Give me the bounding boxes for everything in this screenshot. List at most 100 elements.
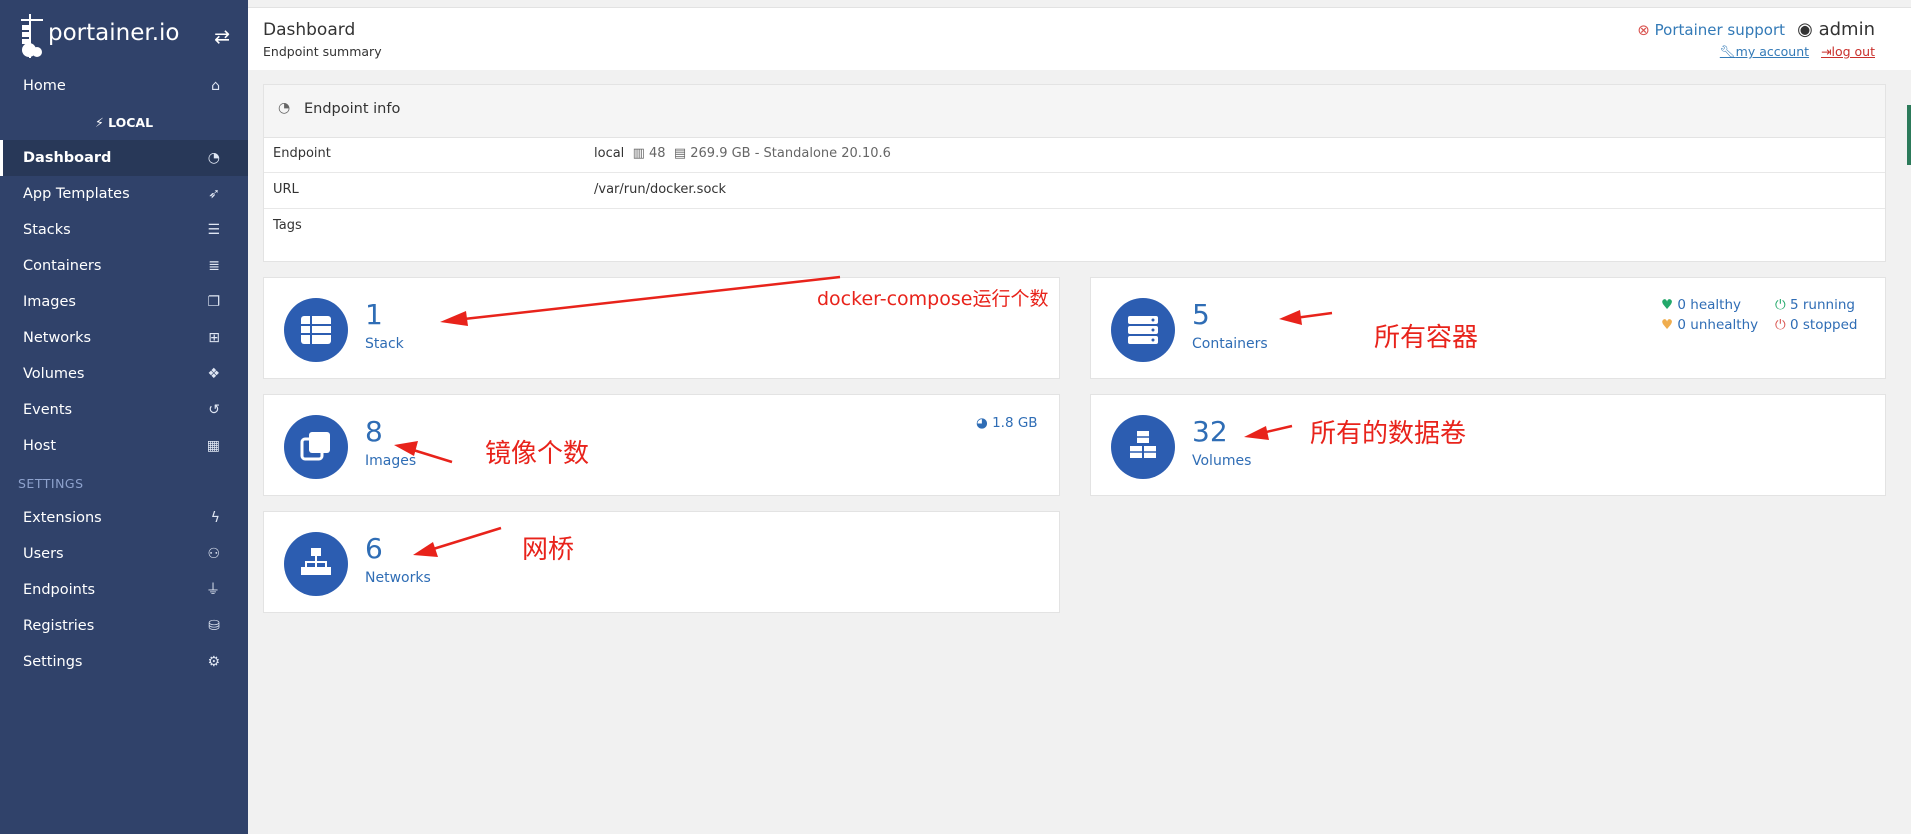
images-annotation: 镜像个数	[485, 439, 590, 469]
containers-card[interactable]: 5 Containers ♥ 0 healthy ⏻ 5 running ♥ 0…	[1090, 277, 1886, 379]
power-icon: ⏻	[1775, 297, 1786, 313]
sidebar-item-dashboard[interactable]: Dashboard ◔	[0, 140, 248, 176]
sidebar-item-label: Endpoints	[23, 582, 96, 598]
row-key: URL	[273, 182, 299, 197]
scrollbar[interactable]	[1907, 105, 1911, 165]
bolt-icon: ϟ	[210, 510, 220, 526]
healthy-count: 0 healthy	[1677, 297, 1742, 313]
list-icon: ☰	[207, 222, 220, 238]
sidebar-item-registries[interactable]: Registries ⛁	[0, 608, 248, 644]
endpoint-name: local	[594, 146, 625, 161]
sidebar-item-label: Host	[23, 438, 57, 454]
sidebar-item-events[interactable]: Events ↺	[0, 392, 248, 428]
sidebar-item-label: Stacks	[23, 222, 71, 238]
containers-label: Containers	[1192, 336, 1268, 352]
sidebar-item-containers[interactable]: Containers ≣	[0, 248, 248, 284]
sidebar-item-volumes[interactable]: Volumes ❖	[0, 356, 248, 392]
sidebar-item-label: Home	[23, 78, 66, 94]
sidebar-item-label: Volumes	[23, 366, 85, 382]
sidebar-item-stacks[interactable]: Stacks ☰	[0, 212, 248, 248]
stack-label: Stack	[365, 336, 404, 352]
users-icon: ⚇	[207, 546, 220, 562]
pie-chart-icon: ◕	[976, 415, 988, 431]
logout-link[interactable]: ⇥log out	[1821, 44, 1875, 59]
dashboard-icon: ◔	[207, 150, 220, 166]
volumes-annotation: 所有的数据卷	[1310, 419, 1467, 449]
sidebar-item-extensions[interactable]: Extensions ϟ	[0, 500, 248, 536]
cogs-icon: ⚙	[207, 654, 220, 670]
image-count: 8	[365, 415, 383, 448]
portainer-logo-icon	[21, 14, 43, 58]
server-icon: ≣	[208, 258, 220, 274]
my-account-label: my account	[1735, 44, 1810, 59]
sidebar-item-networks[interactable]: Networks ⊞	[0, 320, 248, 356]
images-label: Images	[365, 453, 417, 469]
images-size: ◕ 1.8 GB	[976, 415, 1038, 431]
sidebar-item-home[interactable]: Home ⌂	[0, 68, 248, 104]
cubes-icon	[1111, 415, 1175, 479]
clone-icon	[284, 415, 348, 479]
list-icon	[284, 298, 348, 362]
sidebar-item-label: Dashboard	[23, 150, 112, 166]
environment-name: LOCAL	[108, 115, 154, 130]
sitemap-icon: ⊞	[208, 330, 220, 346]
cpu-count: 48	[649, 146, 666, 161]
networks-card[interactable]: 6 Networks	[263, 511, 1060, 613]
wrench-icon: 🔧︎	[1719, 44, 1736, 59]
sidebar-item-label: Users	[23, 546, 64, 562]
sidebar-item-label: Networks	[23, 330, 92, 346]
container-count: 5	[1192, 298, 1210, 331]
sidebar-item-settings[interactable]: Settings ⚙	[0, 644, 248, 680]
volume-count: 32	[1192, 415, 1228, 448]
clone-icon: ❐	[207, 294, 220, 310]
tachometer-icon: ◔	[278, 100, 291, 116]
sidebar-item-users[interactable]: Users ⚇	[0, 536, 248, 572]
sidebar-item-label: Events	[23, 402, 73, 418]
sitemap-icon	[284, 532, 348, 596]
heartbeat-icon: ♥	[1661, 297, 1674, 313]
sidebar-item-label: Settings	[23, 654, 83, 670]
sidebar-item-label: Images	[23, 294, 76, 310]
running-count: 5 running	[1789, 297, 1855, 313]
home-icon: ⌂	[211, 78, 220, 94]
page-subtitle: Endpoint summary	[263, 44, 382, 59]
heartbeat-icon: ♥	[1661, 317, 1674, 333]
table-row: URL /var/run/docker.sock	[264, 173, 1885, 209]
power-icon: ⏻	[1775, 317, 1786, 333]
username: admin	[1818, 19, 1875, 40]
page-title: Dashboard	[263, 20, 356, 40]
endpoint-info-panel: ◔ Endpoint info Endpoint local ▥ 48 ▤ 26…	[263, 84, 1886, 262]
volumes-label: Volumes	[1192, 453, 1252, 469]
images-card[interactable]: 8 Images ◕ 1.8 GB	[263, 394, 1060, 496]
table-row: Tags	[264, 209, 1885, 244]
row-key: Endpoint	[273, 146, 331, 161]
network-count: 6	[365, 532, 383, 565]
support-link[interactable]: ⊗ Portainer support	[1637, 21, 1785, 39]
server-icon	[1111, 298, 1175, 362]
networks-annotation: 网桥	[522, 535, 575, 565]
logout-label: log out	[1831, 44, 1876, 59]
sidebar: portainer.io ⇄ Home ⌂ ⚡ LOCAL Dashboard …	[0, 0, 248, 834]
stack-annotation: docker-compose运行个数	[817, 288, 1049, 310]
containers-annotation: 所有容器	[1374, 323, 1479, 353]
user-menu: ◉ admin	[1797, 19, 1875, 40]
sidebar-item-host[interactable]: Host ▦	[0, 428, 248, 464]
volumes-card[interactable]: 32 Volumes	[1090, 394, 1886, 496]
endpoint-mode: - Standalone 20.10.6	[754, 146, 891, 161]
sidebar-item-app-templates[interactable]: App Templates ➶	[0, 176, 248, 212]
running-status: ⏻ 5 running	[1775, 297, 1855, 313]
images-size-value: 1.8 GB	[992, 415, 1038, 431]
stack-count: 1	[365, 298, 383, 331]
memory-icon: ▤	[669, 146, 687, 161]
swap-arrows-icon[interactable]: ⇄	[214, 26, 230, 48]
row-key: Tags	[273, 218, 302, 233]
brand[interactable]: portainer.io ⇄	[20, 12, 230, 60]
stopped-status: ⏻ 0 stopped	[1775, 317, 1857, 333]
support-label: Portainer support	[1654, 21, 1785, 39]
sidebar-item-endpoints[interactable]: Endpoints ⏚	[0, 572, 248, 608]
my-account-link[interactable]: 🔧︎my account	[1720, 44, 1809, 59]
sidebar-item-images[interactable]: Images ❐	[0, 284, 248, 320]
memory-size: 269.9 GB	[690, 146, 751, 161]
history-icon: ↺	[208, 402, 220, 418]
account-links: 🔧︎my account ⇥log out	[1720, 44, 1875, 60]
